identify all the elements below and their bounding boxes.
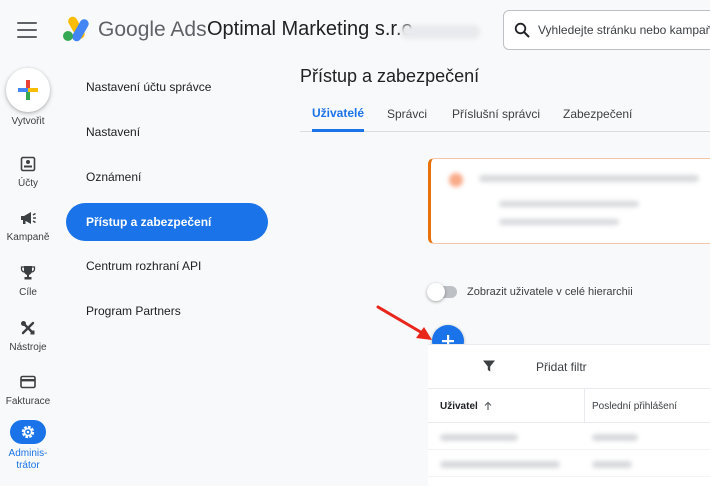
column-divider (584, 389, 585, 423)
tab-admins[interactable]: Správci (387, 96, 427, 132)
nav-item-partners-program[interactable]: Program Partners (66, 292, 268, 330)
brand-name: Google Ads (98, 18, 207, 42)
nav-item-settings[interactable]: Nastavení (66, 113, 268, 151)
gear-icon (10, 420, 46, 444)
rail-item-admin[interactable]: Adminis-trátor (0, 420, 56, 472)
table-row[interactable] (428, 424, 710, 450)
page-title: Přístup a zabezpečení (300, 66, 480, 86)
warning-notice-redacted (428, 158, 710, 244)
search-box[interactable] (503, 10, 710, 50)
rail-item-goals[interactable]: Cíle (0, 263, 56, 311)
rail-label-goals: Cíle (19, 287, 37, 298)
tab-users[interactable]: Uživatelé (312, 96, 365, 132)
account-id-redacted (400, 25, 480, 39)
column-header-user-label: Uživatel (440, 400, 478, 412)
warning-icon (449, 173, 463, 187)
redacted-cell (592, 461, 632, 468)
rail-item-accounts[interactable]: Účty (0, 154, 56, 202)
trophy-icon (18, 263, 38, 283)
rail-label-billing: Fakturace (5, 396, 51, 407)
search-icon (514, 22, 530, 38)
filter-icon[interactable] (482, 359, 496, 373)
toggle-knob (427, 283, 445, 301)
tab-related-managers[interactable]: Příslušní správci (452, 96, 540, 132)
nav-item-api-center[interactable]: Centrum rozhraní API (66, 247, 268, 285)
rail-item-billing[interactable]: Fakturace (0, 372, 56, 420)
table-header: Uživatel Poslední přihlášení (428, 389, 710, 423)
column-header-user[interactable]: Uživatel (440, 389, 493, 423)
sort-arrow-up-icon (484, 401, 492, 410)
show-hierarchy-toggle[interactable] (427, 283, 459, 301)
rail-label-admin-line2: trátor (16, 460, 40, 471)
plus-colored-icon (18, 80, 38, 100)
top-header: Google Ads Optimal Marketing s.r.o. (0, 0, 710, 60)
tab-security[interactable]: Zabezpečení (563, 96, 632, 132)
google-ads-logo (63, 16, 89, 42)
users-table: Přidat filtr Uživatel Poslední přihlášen… (428, 344, 710, 486)
redacted-cell (592, 434, 638, 441)
accounts-icon (18, 154, 38, 174)
brand-google: Google (98, 18, 166, 41)
nav-item-notifications[interactable]: Oznámení (66, 158, 268, 196)
redacted-text-line (479, 175, 699, 182)
rail-label-admin: Adminis-trátor (0, 448, 56, 472)
account-name[interactable]: Optimal Marketing s.r.o. (207, 18, 418, 41)
create-button[interactable] (6, 68, 50, 112)
brand-ads: Ads (170, 18, 207, 41)
rail-label-campaigns: Kampaně (6, 232, 50, 243)
redacted-text-line (499, 201, 639, 207)
annotation-arrow (376, 305, 432, 340)
redacted-text-line (499, 219, 619, 225)
rail-label-admin-line1: Adminis- (8, 448, 48, 459)
megaphone-icon (18, 208, 38, 228)
rail-item-tools[interactable]: Nástroje (0, 318, 56, 366)
search-input[interactable] (538, 23, 710, 37)
nav-item-manager-account-settings[interactable]: Nastavení účtu správce (66, 68, 268, 106)
table-row[interactable] (428, 451, 710, 477)
rail-label-accounts: Účty (18, 178, 38, 189)
rail-item-campaigns[interactable]: Kampaně (0, 208, 56, 256)
rail-label-tools: Nástroje (9, 342, 47, 353)
redacted-cell (440, 461, 560, 468)
nav-item-access-security[interactable]: Přístup a zabezpečení (66, 203, 268, 241)
create-label: Vytvořit (11, 116, 45, 127)
column-header-last-login[interactable]: Poslední přihlášení (592, 389, 677, 423)
credit-card-icon (18, 372, 38, 392)
left-rail: Vytvořit Účty Kampaně Cíle Nástroje Fakt… (0, 60, 56, 486)
redacted-cell (440, 434, 518, 441)
toggle-label: Zobrazit uživatele v celé hierarchii (467, 286, 633, 298)
add-filter-button[interactable]: Přidat filtr (536, 360, 587, 374)
hamburger-menu-icon[interactable] (14, 18, 40, 42)
tab-bar: Uživatelé Správci Příslušní správci Zabe… (300, 96, 710, 132)
filter-bar: Přidat filtr (428, 345, 710, 389)
tools-icon (18, 318, 38, 338)
hierarchy-toggle-row: Zobrazit uživatele v celé hierarchii (427, 283, 633, 301)
